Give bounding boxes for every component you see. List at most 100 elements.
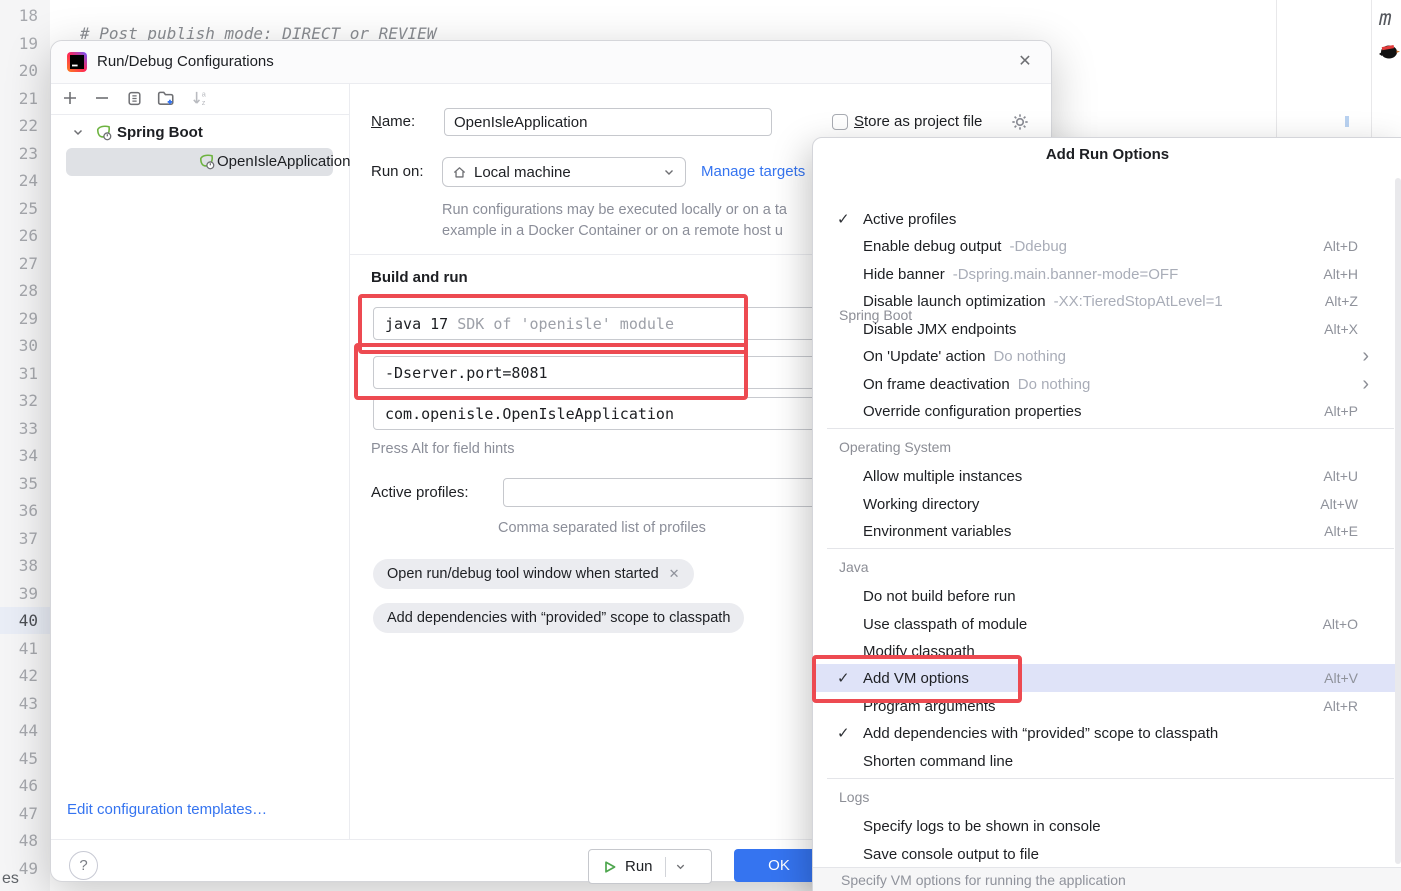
line-number: 30 (0, 332, 38, 359)
close-icon[interactable]: ✕ (1013, 50, 1037, 74)
menu-item-environment-variables[interactable]: Environment variables Alt+E (813, 517, 1401, 545)
manage-targets-link[interactable]: Manage targets (701, 157, 805, 187)
submenu-arrow-icon: › (1362, 374, 1369, 394)
line-number: 45 (0, 745, 38, 772)
ide-screen: 1819202122232425262728293031323334353637… (0, 0, 1401, 891)
name-label: Name: (371, 108, 415, 136)
add-run-options-popup: Add Run Options Spring Boot ✓ Active pro… (812, 137, 1401, 891)
run-on-help-line2: example in a Docker Container or on a re… (442, 223, 783, 239)
line-number: 28 (0, 277, 38, 304)
menu-item-modify-classpath[interactable]: Modify classpath (813, 637, 1401, 665)
menu-item-active-profiles[interactable]: ✓ Active profiles (813, 205, 1401, 233)
submenu-arrow-icon: › (1362, 346, 1369, 366)
tag-label: Add dependencies with “provided” scope t… (387, 610, 730, 626)
line-number: 18 (0, 2, 38, 29)
tree-item-openisleapplication[interactable]: OpenIsleApplication (66, 148, 333, 176)
gear-icon[interactable] (1011, 113, 1029, 131)
line-number: 32 (0, 387, 38, 414)
editor-separator (1371, 0, 1372, 137)
run-button[interactable]: Run (588, 849, 712, 884)
menu-item-working-directory[interactable]: Working directory Alt+W (813, 490, 1401, 518)
popup-status-hint: Specify VM options for running the appli… (813, 867, 1401, 891)
tag-label: Open run/debug tool window when started (387, 566, 659, 582)
line-number: 25 (0, 195, 38, 222)
popup-title: Add Run Options (813, 146, 1401, 163)
line-number: 37 (0, 525, 38, 552)
line-number: 40 (0, 607, 38, 634)
menu-item-disable-jmx-endpoints[interactable]: Disable JMX endpoints Alt+X (813, 315, 1401, 343)
popup-scrollbar[interactable] (1395, 178, 1401, 864)
section-header-operating-system: Operating System (839, 434, 951, 461)
menu-item-on-update-action[interactable]: On 'Update' action Do nothing › (813, 342, 1401, 370)
menu-separator (827, 778, 1394, 779)
tree-item-label: Spring Boot (117, 119, 203, 147)
ok-button[interactable]: OK (734, 849, 824, 882)
section-header-java: Java (839, 554, 869, 581)
alt-hint-text: Press Alt for field hints (371, 441, 514, 457)
store-as-project-file-label: Store as project file (854, 108, 982, 136)
menu-item-shorten-command-line[interactable]: Shorten command line (813, 747, 1401, 775)
intellij-logo-icon (67, 52, 87, 72)
menu-item-use-classpath-of-module[interactable]: Use classpath of module Alt+O (813, 610, 1401, 638)
run-on-select[interactable]: Local machine (442, 157, 686, 187)
menu-item-disable-launch-optimization[interactable]: Disable launch optimization -XX:TieredSt… (813, 287, 1401, 315)
check-icon: ✓ (837, 210, 863, 228)
spring-boot-icon (95, 124, 112, 141)
line-number: 43 (0, 690, 38, 717)
menu-item-enable-debug-output[interactable]: Enable debug output -Ddebug Alt+D (813, 232, 1401, 260)
run-on-value: Local machine (474, 164, 571, 181)
menu-item-on-frame-deactivation[interactable]: On frame deactivation Do nothing › (813, 370, 1401, 398)
line-number: 36 (0, 497, 38, 524)
run-button-label: Run (625, 858, 653, 875)
check-icon: ✓ (837, 724, 863, 742)
editor-gutter: 1819202122232425262728293031323334353637… (0, 0, 50, 891)
chevron-down-icon[interactable] (71, 125, 85, 139)
line-number: 44 (0, 717, 38, 744)
store-as-project-file-checkbox[interactable] (832, 114, 848, 130)
button-divider (665, 857, 666, 877)
tag-close-icon[interactable]: ✕ (669, 566, 680, 582)
line-number: 47 (0, 800, 38, 827)
sort-alphabetically-button[interactable]: a z (191, 89, 209, 107)
line-number: 34 (0, 442, 38, 469)
main-class-value: com.openisle.OpenIsleApplication (385, 405, 674, 423)
menu-item-add-vm-options[interactable]: ✓ Add VM options Alt+V (813, 664, 1401, 692)
chevron-down-icon (663, 166, 675, 178)
run-on-help-line1: Run configurations may be executed local… (442, 202, 787, 218)
menu-item-hide-banner[interactable]: Hide banner -Dspring.main.banner-mode=OF… (813, 260, 1401, 288)
line-number: 21 (0, 85, 38, 112)
check-icon: ✓ (837, 669, 863, 687)
tag-open-run-tool-window[interactable]: Open run/debug tool window when started … (373, 559, 694, 589)
tag-add-provided-dependencies[interactable]: Add dependencies with “provided” scope t… (373, 603, 744, 633)
menu-item-program-arguments[interactable]: Program arguments Alt+R (813, 692, 1401, 720)
menu-item-add-provided-dependencies[interactable]: ✓ Add dependencies with “provided” scope… (813, 719, 1401, 747)
remove-configuration-button[interactable] (93, 89, 111, 107)
tree-item-spring-boot[interactable]: Spring Boot (51, 119, 349, 147)
configurations-toolbar: a z (51, 83, 349, 115)
line-number: 29 (0, 305, 38, 332)
line-number: 38 (0, 552, 38, 579)
line-number: 35 (0, 470, 38, 497)
add-configuration-button[interactable] (61, 89, 79, 107)
chevron-down-icon[interactable] (675, 861, 686, 872)
dialog-titlebar: Run/Debug Configurations ✕ (51, 41, 1051, 84)
menu-item-allow-multiple-instances[interactable]: Allow multiple instances Alt+U (813, 462, 1401, 490)
vm-options-value: -Dserver.port=8081 (385, 364, 548, 382)
menu-item-override-configuration-properties[interactable]: Override configuration properties Alt+P (813, 397, 1401, 425)
active-profiles-label: Active profiles: (371, 478, 469, 507)
line-number: 24 (0, 167, 38, 194)
edit-configuration-templates-link[interactable]: Edit configuration templates… (67, 801, 267, 818)
home-icon (452, 165, 467, 180)
menu-item-specify-logs[interactable]: Specify logs to be shown in console (813, 812, 1401, 840)
copy-configuration-button[interactable] (125, 89, 143, 107)
new-folder-button[interactable] (157, 89, 175, 107)
name-input[interactable]: OpenIsleApplication (444, 108, 772, 136)
line-number: 41 (0, 635, 38, 662)
line-number: 26 (0, 222, 38, 249)
help-button[interactable]: ? (69, 851, 98, 880)
menu-item-do-not-build-before-run[interactable]: Do not build before run (813, 582, 1401, 610)
line-number: 48 (0, 827, 38, 854)
menu-item-save-console-output[interactable]: Save console output to file (813, 840, 1401, 868)
menu-separator (827, 548, 1394, 549)
line-number: 33 (0, 415, 38, 442)
